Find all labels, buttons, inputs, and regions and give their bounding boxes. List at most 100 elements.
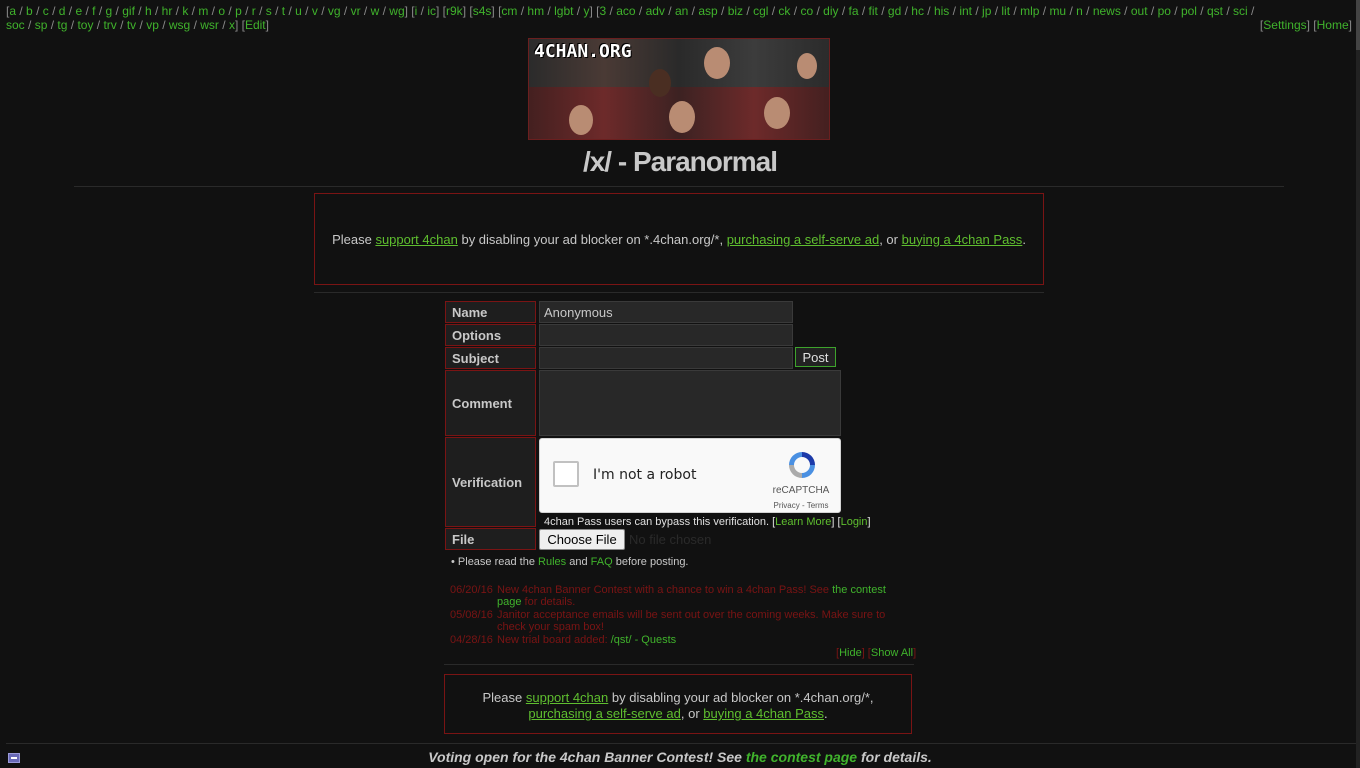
board-link-w[interactable]: w [371,4,380,18]
home-link[interactable]: Home [1317,18,1349,32]
show-all-news-link[interactable]: Show All [871,647,913,659]
board-link-x[interactable]: x [229,18,235,32]
board-link-int[interactable]: int [959,4,972,18]
captcha-terms-link[interactable]: Privacy - Terms [766,501,836,510]
scrollbar[interactable] [1356,0,1360,768]
board-link-r[interactable]: r [252,4,256,18]
board-link-m[interactable]: m [198,4,208,18]
board-link-hm[interactable]: hm [527,4,544,18]
board-link-gd[interactable]: gd [888,4,901,18]
board-link-asp[interactable]: asp [698,4,717,18]
login-link[interactable]: Login [841,516,868,528]
post-button[interactable]: Post [795,347,836,367]
buy-pass-link[interactable]: buying a 4chan Pass [902,232,1023,247]
board-link-a[interactable]: a [9,4,16,18]
settings-link[interactable]: Settings [1263,18,1306,32]
board-link-h[interactable]: h [145,4,152,18]
board-link-soc[interactable]: soc [6,18,25,32]
board-link-biz[interactable]: biz [728,4,743,18]
choose-file-button[interactable]: Choose File [539,529,625,550]
board-link-lgbt[interactable]: lgbt [554,4,573,18]
board-link-f[interactable]: f [92,4,95,18]
name-input[interactable]: Anonymous [539,301,793,323]
board-link-e[interactable]: e [75,4,82,18]
board-link-toy[interactable]: toy [77,18,93,32]
options-input[interactable] [539,324,793,346]
board-link-aco[interactable]: aco [616,4,635,18]
board-link-hc[interactable]: hc [911,4,924,18]
board-link-trv[interactable]: trv [103,18,116,32]
board-link-pol[interactable]: pol [1181,4,1197,18]
board-link-wsr[interactable]: wsr [200,18,219,32]
board-link-cm[interactable]: cm [501,4,517,18]
board-link-wg[interactable]: wg [389,4,404,18]
board-link-ic[interactable]: ic [427,4,436,18]
board-link-vg[interactable]: vg [328,4,341,18]
board-link-cgl[interactable]: cgl [753,4,768,18]
board-link-v[interactable]: v [312,4,318,18]
faq-link[interactable]: FAQ [591,556,613,568]
board-link-lit[interactable]: lit [1001,4,1010,18]
board-banner[interactable]: 4CHAN.ORG [528,38,830,140]
board-link-gif[interactable]: gif [122,4,135,18]
self-serve-ad-link[interactable]: purchasing a self-serve ad [727,232,879,247]
board-link-3[interactable]: 3 [600,4,607,18]
board-link-c[interactable]: c [43,4,49,18]
board-link-s[interactable]: s [266,4,272,18]
board-link-y[interactable]: y [583,4,589,18]
board-link-hr[interactable]: hr [162,4,173,18]
board-link-g[interactable]: g [106,4,113,18]
contest-page-link[interactable]: the contest page [746,749,857,765]
contest-banner: Voting open for the 4chan Banner Contest… [0,749,1360,765]
captcha-brand: reCAPTCHA [772,485,830,496]
board-link-vp[interactable]: vp [146,18,159,32]
subject-input[interactable] [539,347,793,369]
board-link-jp[interactable]: jp [982,4,991,18]
board-link-fit[interactable]: fit [869,4,878,18]
board-link-u[interactable]: u [295,4,302,18]
board-link-d[interactable]: d [59,4,66,18]
comment-textarea[interactable] [539,370,841,436]
buy-pass-link[interactable]: buying a 4chan Pass [703,706,824,721]
board-link-b[interactable]: b [26,4,33,18]
board-link-fa[interactable]: fa [849,4,859,18]
board-link-tv[interactable]: tv [127,18,136,32]
board-link-sp[interactable]: sp [35,18,48,32]
board-link-co[interactable]: co [800,4,813,18]
board-link-i[interactable]: i [415,4,418,18]
board-link-his[interactable]: his [934,4,949,18]
board-link-p[interactable]: p [235,4,242,18]
board-link-sci[interactable]: sci [1233,4,1248,18]
board-link-qst[interactable]: qst [1207,4,1223,18]
board-link-an[interactable]: an [675,4,688,18]
board-link-news[interactable]: news [1093,4,1121,18]
board-link-vr[interactable]: vr [351,4,361,18]
board-link-out[interactable]: out [1131,4,1148,18]
board-link-ck[interactable]: ck [778,4,790,18]
board-link-r9k[interactable]: r9k [446,4,463,18]
hide-news-link[interactable]: Hide [839,647,862,659]
board-link-k[interactable]: k [182,4,188,18]
board-link-wsg[interactable]: wsg [169,18,190,32]
scrollbar-thumb[interactable] [1356,0,1360,50]
board-link-t[interactable]: t [282,4,285,18]
support-4chan-link[interactable]: support 4chan [526,690,608,705]
board-link-mu[interactable]: mu [1049,4,1066,18]
board-link-diy[interactable]: diy [823,4,838,18]
board-link-tg[interactable]: tg [57,18,67,32]
support-4chan-link[interactable]: support 4chan [375,232,457,247]
self-serve-ad-link[interactable]: purchasing a self-serve ad [528,706,680,721]
edit-nav-link[interactable]: Edit [245,18,266,32]
news-date: 06/20/16 [450,584,493,596]
qst-board-link[interactable]: /qst/ - Quests [611,634,676,646]
board-link-o[interactable]: o [218,4,225,18]
board-link-n[interactable]: n [1076,4,1083,18]
captcha-checkbox[interactable] [553,461,579,487]
rules-link[interactable]: Rules [538,556,566,568]
learn-more-link[interactable]: Learn More [775,516,831,528]
board-link-adv[interactable]: adv [646,4,665,18]
contest-text: for details. [860,749,932,765]
board-link-s4s[interactable]: s4s [473,4,492,18]
board-link-po[interactable]: po [1158,4,1171,18]
board-link-mlp[interactable]: mlp [1020,4,1039,18]
